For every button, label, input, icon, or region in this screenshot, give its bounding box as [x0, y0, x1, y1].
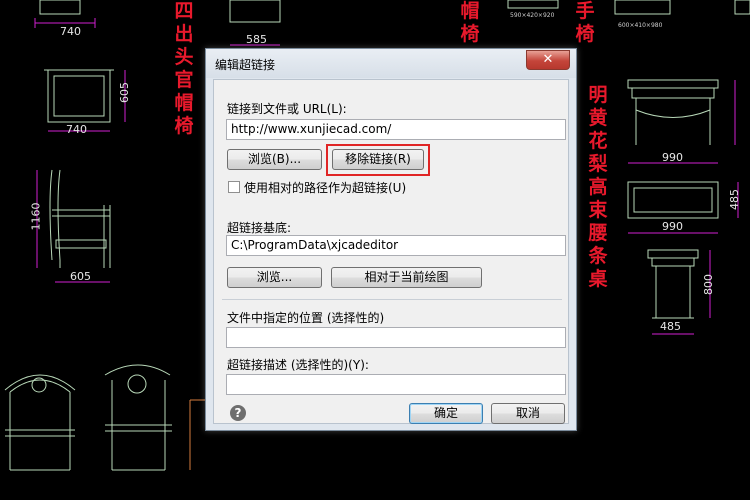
dim-label: 990 [662, 220, 683, 233]
dim-label: 485 [728, 189, 741, 210]
base-path-input[interactable]: C:\ProgramData\xjcadeditor [226, 235, 566, 256]
location-input[interactable] [226, 327, 566, 348]
relative-path-checkbox[interactable] [228, 181, 240, 193]
browse-button[interactable]: 浏览(B)... [227, 149, 322, 170]
base-label: 超链接基底: [227, 221, 292, 235]
background-title-4: 明黄花梨高束腰条桌 [588, 84, 608, 290]
background-title-3: 手椅 [575, 0, 595, 45]
browse-base-button[interactable]: 浏览... [227, 267, 322, 288]
armchair-bottom-middle [104, 364, 172, 471]
description-input[interactable] [226, 374, 566, 395]
remove-link-button[interactable]: 移除链接(R) [332, 149, 424, 170]
edit-hyperlink-dialog: 编辑超链接 ✕ 链接到文件或 URL(L): http://www.xunjie… [205, 48, 577, 431]
relative-to-drawing-button[interactable]: 相对于当前绘图 [331, 267, 482, 288]
dialog-title: 编辑超链接 [215, 58, 276, 72]
chair-drawing-top-left [34, 0, 96, 28]
location-label: 文件中指定的位置 (选择性的) [227, 311, 385, 325]
dim-label: 585 [246, 33, 267, 46]
tiny-label: 590×420×920 [510, 12, 555, 19]
table-top-view-right [627, 181, 739, 234]
separator [222, 299, 562, 300]
background-title-1: 四出头官帽椅 [174, 0, 194, 137]
relative-path-label[interactable]: 使用相对的路径作为超链接(U) [244, 179, 406, 196]
armchair-bottom-left [4, 374, 76, 471]
close-icon: ✕ [542, 52, 554, 67]
dim-label: 800 [702, 274, 715, 295]
dialog-body: 链接到文件或 URL(L): http://www.xunjiecad.com/… [213, 79, 569, 424]
dim-label: 740 [66, 123, 87, 136]
tiny-label: 600×410×980 [618, 22, 663, 29]
background-title-2: 帽椅 [460, 0, 480, 45]
chair-side-view-left [36, 169, 111, 283]
cancel-button[interactable]: 取消 [491, 403, 565, 424]
ok-button[interactable]: 确定 [409, 403, 483, 424]
description-label: 超链接描述 (选择性的)(Y): [227, 358, 369, 372]
close-button[interactable]: ✕ [526, 50, 570, 70]
link-url-input[interactable]: http://www.xunjiecad.com/ [226, 119, 566, 140]
dim-label: 990 [662, 151, 683, 164]
dialog-titlebar[interactable]: 编辑超链接 ✕ [206, 49, 576, 78]
help-icon[interactable]: ? [230, 405, 246, 421]
dim-label: 1160 [29, 202, 43, 231]
dim-label: 740 [60, 25, 81, 38]
chair-front-view-left [44, 69, 126, 132]
dim-label: 605 [70, 270, 91, 283]
dim-label: 605 [118, 82, 131, 103]
link-label: 链接到文件或 URL(L): [227, 102, 347, 116]
dim-label: 485 [660, 320, 681, 333]
